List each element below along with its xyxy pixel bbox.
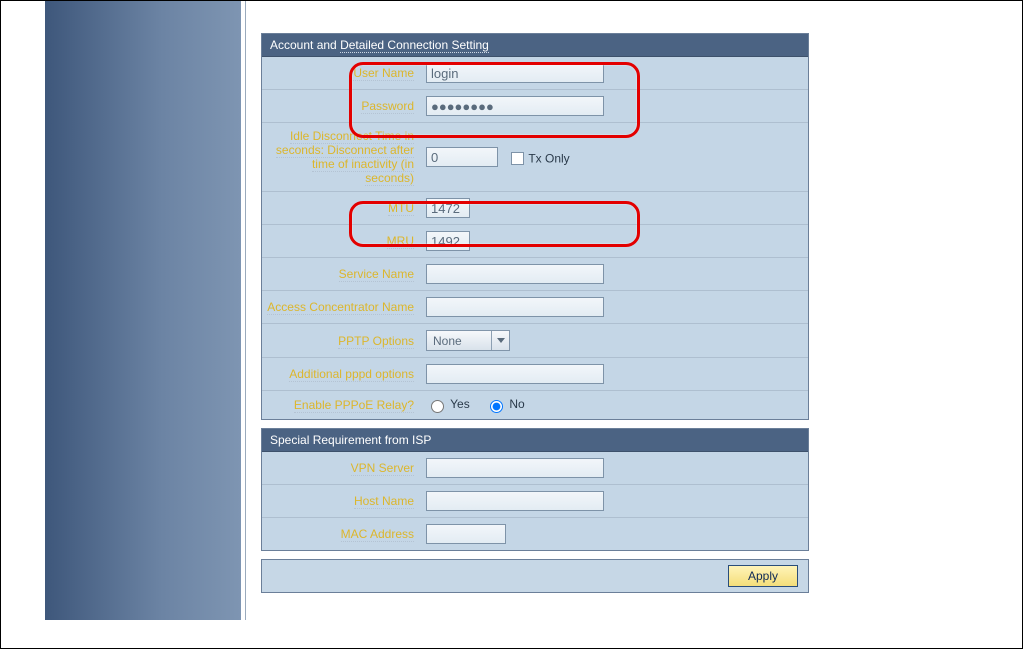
label-idle-2: seconds: Disconnect after <box>276 143 414 158</box>
chevron-down-icon <box>491 331 509 350</box>
section2-title: Special Requirement from ISP <box>270 433 431 447</box>
label-enable-pppoe-relay: Enable PPPoE Relay? <box>294 398 414 413</box>
host-name-input[interactable] <box>426 491 604 511</box>
user-name-input[interactable] <box>426 63 604 83</box>
additional-pppd-input[interactable] <box>426 364 604 384</box>
radio-label-yes: Yes <box>450 397 470 411</box>
label-tx-only: Tx Only <box>528 151 569 165</box>
isp-requirement-section: Special Requirement from ISP VPN Server … <box>261 428 809 551</box>
label-idle-1: Idle Disconnect Time in <box>290 129 414 144</box>
label-additional-pppd: Additional pppd options <box>289 367 414 382</box>
apply-bar: Apply <box>261 559 809 593</box>
section-title-dotted: Detailed Connection Setting <box>340 38 489 53</box>
vpn-server-input[interactable] <box>426 458 604 478</box>
label-idle-4: seconds) <box>365 171 414 186</box>
account-connection-section: Account and Detailed Connection Setting … <box>261 33 809 420</box>
pppoe-relay-no-radio[interactable] <box>490 400 503 413</box>
service-name-input[interactable] <box>426 264 604 284</box>
label-user-name: User Name <box>353 66 414 81</box>
left-sidebar <box>45 1 241 620</box>
label-password: Password <box>361 99 414 114</box>
mru-input[interactable] <box>426 231 470 251</box>
radio-label-no: No <box>509 397 524 411</box>
label-mru: MRU <box>387 234 414 249</box>
label-host-name: Host Name <box>354 494 414 509</box>
mtu-input[interactable] <box>426 198 470 218</box>
section-title-plain: Account and <box>270 38 340 52</box>
idle-disconnect-input[interactable] <box>426 147 498 167</box>
label-access-concentrator: Access Concentrator Name <box>267 300 414 315</box>
label-pptp-options: PPTP Options <box>338 334 414 349</box>
label-idle-3: time of inactivity (in <box>312 157 414 172</box>
label-mtu: MTU <box>388 201 414 216</box>
vertical-separator <box>245 1 246 620</box>
access-concentrator-input[interactable] <box>426 297 604 317</box>
tx-only-checkbox[interactable] <box>511 152 524 165</box>
section-header-isp: Special Requirement from ISP <box>262 429 808 452</box>
section-header-account: Account and Detailed Connection Setting <box>262 34 808 57</box>
pptp-options-value: None <box>427 334 491 348</box>
password-input[interactable] <box>426 96 604 116</box>
apply-button[interactable]: Apply <box>728 565 798 587</box>
mac-address-input[interactable] <box>426 524 506 544</box>
pptp-options-select[interactable]: None <box>426 330 510 351</box>
app-frame: Account and Detailed Connection Setting … <box>0 0 1023 649</box>
left-margin <box>1 1 45 649</box>
label-mac-address: MAC Address <box>341 527 414 542</box>
pppoe-relay-yes-radio[interactable] <box>431 400 444 413</box>
label-vpn-server: VPN Server <box>351 461 414 476</box>
label-service-name: Service Name <box>339 267 414 282</box>
